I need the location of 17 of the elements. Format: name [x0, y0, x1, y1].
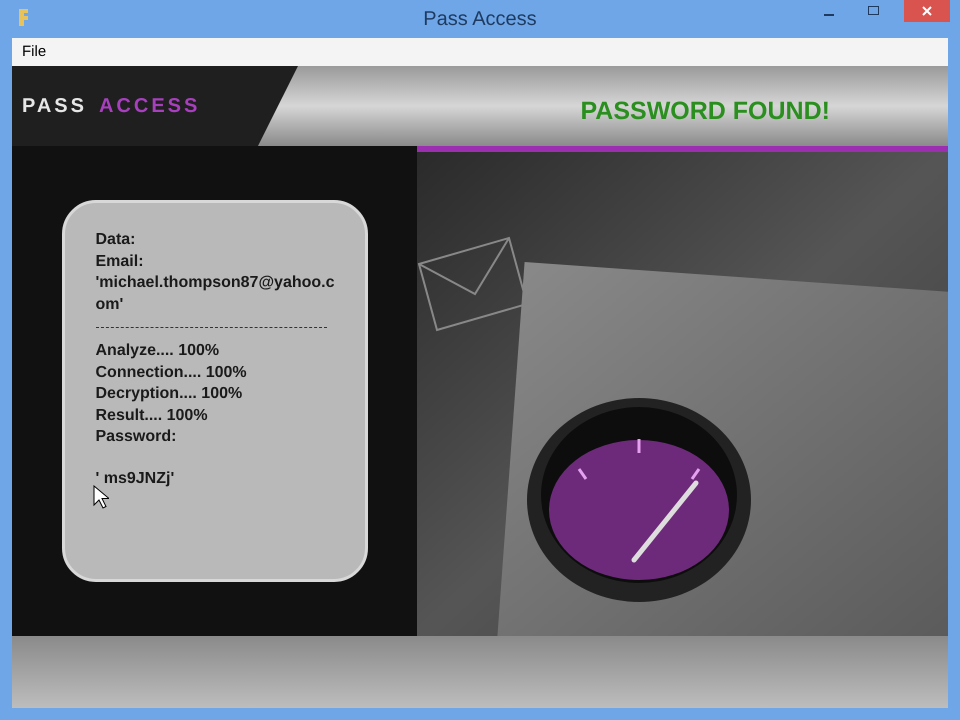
report-line: Analyze.... 100% [96, 341, 220, 361]
window-title: Pass Access [423, 7, 537, 32]
report-line: 'michael.thompson87@yahoo.com' [96, 273, 334, 314]
report-line: Email: [96, 252, 145, 272]
status-message: PASSWORD FOUND! [580, 96, 830, 128]
logo-text: PASS [22, 94, 87, 119]
menu-item[interactable]: File [22, 40, 46, 64]
cursor-icon [92, 485, 108, 509]
report-line: Data: [96, 230, 137, 250]
report-line: Password: [96, 427, 178, 447]
report-line: Result.... 100% [96, 406, 209, 426]
logo-text: ACCESS [98, 94, 200, 119]
close-button[interactable] [904, 0, 950, 22]
report-line: Decryption.... 100% [96, 384, 244, 404]
close-icon [922, 6, 932, 16]
password-text: ' ms9JNZj' [96, 468, 176, 488]
report-line: Connection.... 100% [96, 362, 248, 382]
